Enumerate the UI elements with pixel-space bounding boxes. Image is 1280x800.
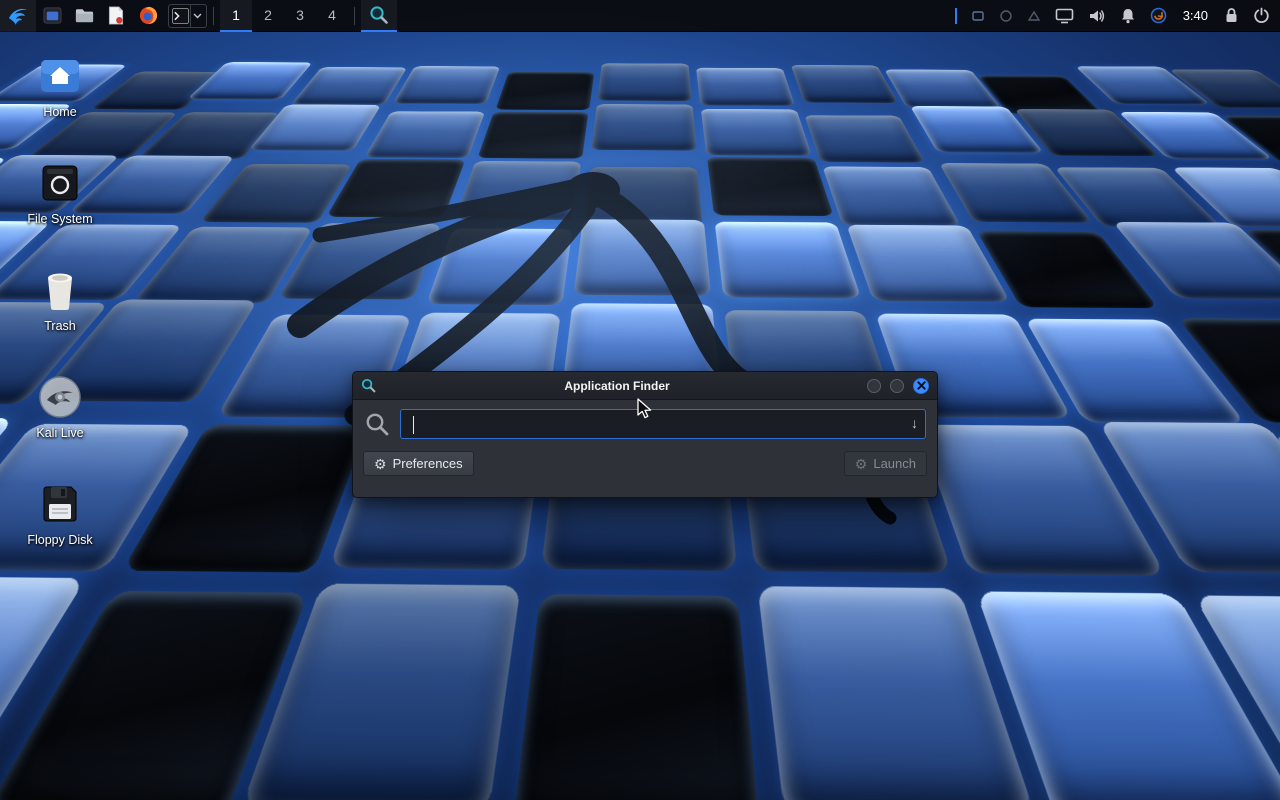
workspace-label: 4 xyxy=(328,7,336,23)
terminal-launcher[interactable] xyxy=(168,4,207,28)
launcher-text-editor[interactable] xyxy=(100,0,132,32)
launcher-file-manager[interactable] xyxy=(68,0,100,32)
desktop-icon-label: Home xyxy=(43,105,76,119)
search-input[interactable] xyxy=(401,410,925,438)
folder-icon xyxy=(74,5,95,26)
button-row: ⚙ Preferences ⚙ Launch xyxy=(353,446,937,486)
dropdown-arrow-icon[interactable]: ↓ xyxy=(911,415,918,431)
desktop-icon-label: Floppy Disk xyxy=(27,533,92,547)
minimize-button[interactable] xyxy=(867,379,881,393)
floppy-icon xyxy=(36,480,84,528)
wallpaper-cube xyxy=(496,72,595,110)
taskbar-application-finder[interactable] xyxy=(361,0,397,32)
workspace-label: 2 xyxy=(264,7,272,23)
cdrom-icon xyxy=(36,373,84,421)
desktop-icon-trash[interactable]: Trash xyxy=(16,266,104,333)
terminal-icon xyxy=(171,7,190,25)
tray-icon-3[interactable] xyxy=(1027,9,1041,23)
updates-icon[interactable] xyxy=(1150,7,1167,24)
firefox-icon xyxy=(138,5,159,26)
launch-button[interactable]: ⚙ Launch xyxy=(844,451,927,476)
titlebar[interactable]: Application Finder xyxy=(353,372,937,400)
window-title: Application Finder xyxy=(376,379,858,393)
wallpaper-cube xyxy=(791,65,899,103)
display-icon[interactable] xyxy=(1055,8,1074,24)
close-icon xyxy=(917,381,926,390)
notifications-bell-icon[interactable] xyxy=(1120,7,1136,24)
wallpaper-cube xyxy=(187,62,312,99)
preferences-label: Preferences xyxy=(393,456,463,471)
gear-icon: ⚙ xyxy=(374,457,387,471)
desktop-icon-floppy-disk[interactable]: Floppy Disk xyxy=(16,480,104,547)
tray-icon-2[interactable] xyxy=(999,9,1013,23)
tray-handle xyxy=(955,8,957,24)
close-button[interactable] xyxy=(913,378,929,394)
search-field: ↓ xyxy=(400,409,926,439)
workspace-button-1[interactable]: 1 xyxy=(220,0,252,32)
workspace-button-3[interactable]: 3 xyxy=(284,0,316,32)
volume-icon[interactable] xyxy=(1088,8,1106,24)
desktop: Home File System Trash xyxy=(0,0,1280,800)
top-panel: 1 2 3 4 xyxy=(0,0,1280,32)
desktop-icon-label: Trash xyxy=(44,319,76,333)
lock-icon[interactable] xyxy=(1224,7,1239,24)
logout-power-icon[interactable] xyxy=(1253,7,1270,24)
wallpaper-cube xyxy=(696,68,795,106)
document-icon xyxy=(106,5,126,26)
launch-icon: ⚙ xyxy=(855,457,868,471)
mouse-cursor xyxy=(637,398,653,420)
maximize-button[interactable] xyxy=(890,379,904,393)
applications-menu-button[interactable] xyxy=(0,0,36,32)
wallpaper-cube xyxy=(393,66,501,104)
workspace-label: 1 xyxy=(232,7,240,23)
clock[interactable]: 3:40 xyxy=(1181,8,1210,23)
tray-icon-1[interactable] xyxy=(971,9,985,23)
app-finder-icon xyxy=(361,378,376,393)
app-finder-task-icon xyxy=(369,5,389,25)
launcher-files[interactable] xyxy=(36,0,68,32)
home-folder-icon xyxy=(36,52,84,100)
workspace-button-4[interactable]: 4 xyxy=(316,0,348,32)
desktop-icon-kali-live[interactable]: Kali Live xyxy=(16,373,104,440)
workspace-label: 3 xyxy=(296,7,304,23)
chevron-down-icon[interactable] xyxy=(190,5,204,27)
wallpaper-cube xyxy=(291,67,407,105)
system-tray: 3:40 xyxy=(955,0,1280,31)
search-icon xyxy=(364,411,391,438)
kali-menu-icon xyxy=(6,3,30,27)
preferences-button[interactable]: ⚙ Preferences xyxy=(363,451,474,476)
desktop-icon-label: Kali Live xyxy=(36,426,83,440)
desktop-icon-file-system[interactable]: File System xyxy=(16,159,104,226)
application-finder-window: Application Finder ↓ ⚙ Pre xyxy=(352,371,938,498)
desktop-icon-home[interactable]: Home xyxy=(16,52,104,119)
wallpaper-cube xyxy=(597,63,692,101)
files-app-icon xyxy=(42,5,63,26)
panel-separator xyxy=(213,7,214,25)
launch-label: Launch xyxy=(873,456,916,471)
trash-icon xyxy=(36,266,84,314)
wallpaper-cube xyxy=(514,593,760,800)
drive-icon xyxy=(36,159,84,207)
text-caret xyxy=(413,416,414,434)
desktop-icon-label: File System xyxy=(27,212,92,226)
workspace-button-2[interactable]: 2 xyxy=(252,0,284,32)
panel-separator xyxy=(354,7,355,25)
launcher-firefox[interactable] xyxy=(132,0,164,32)
